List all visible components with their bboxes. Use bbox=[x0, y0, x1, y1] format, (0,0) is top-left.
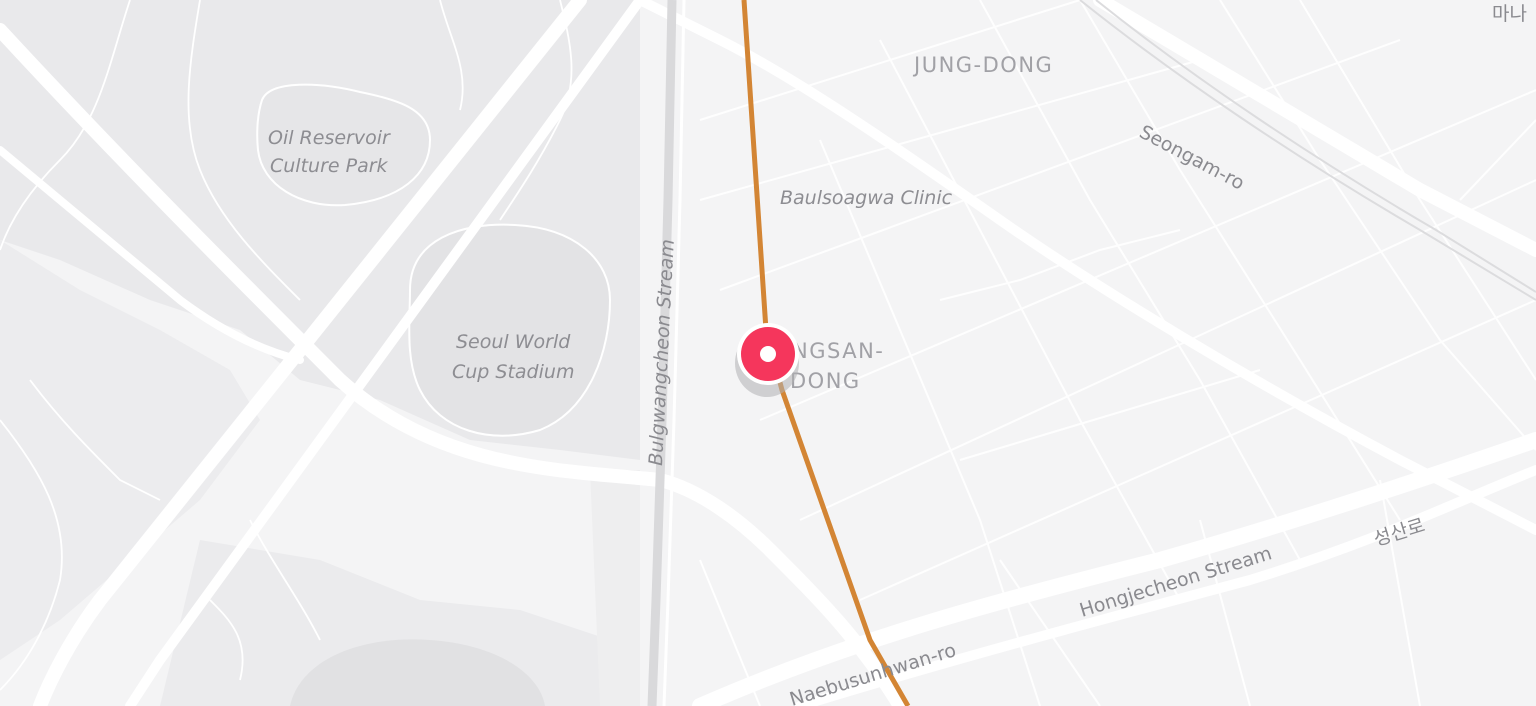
label-seongsan-line1: NGSAN- bbox=[792, 339, 884, 363]
label-oil-reservoir-line1: Oil Reservoir bbox=[268, 127, 391, 149]
label-stadium-line2: Cup Stadium bbox=[452, 361, 574, 383]
label-corner-kr: 마나 bbox=[1492, 3, 1527, 25]
label-stadium-line1: Seoul World bbox=[456, 331, 571, 353]
label-oil-reservoir-line2: Culture Park bbox=[270, 155, 389, 177]
label-baulsoagwa-clinic: Baulsoagwa Clinic bbox=[780, 187, 953, 209]
label-seongsan-line2: DONG bbox=[790, 369, 861, 393]
label-jung-dong: JUNG-DONG bbox=[912, 53, 1053, 77]
location-pin-icon[interactable] bbox=[735, 323, 799, 397]
map-canvas[interactable]: JUNG-DONG NGSAN- DONG Seongam-ro Bulgwan… bbox=[0, 0, 1536, 706]
